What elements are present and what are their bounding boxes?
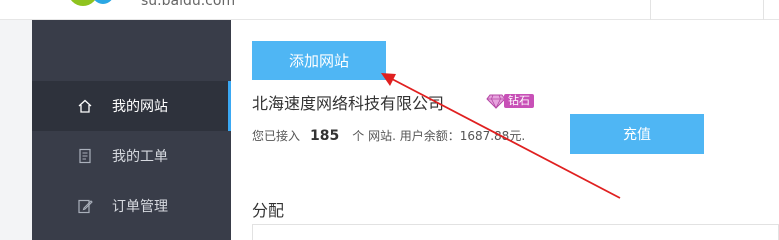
top-header: su.baidu.com xyxy=(0,0,779,20)
account-prefix: 您已接入 xyxy=(252,129,301,143)
section-title: 分配 xyxy=(252,201,285,220)
account-summary: 您已接入 185 个 网站. 用户余额：1687.88元. xyxy=(252,127,525,144)
baidu-logo[interactable] xyxy=(68,0,118,8)
home-icon xyxy=(77,98,93,114)
header-divider xyxy=(763,0,764,20)
sidebar: 我的网站 我的工单 订单管理 xyxy=(32,20,231,240)
allocation-panel xyxy=(252,224,779,240)
sidebar-item-label: 我的网站 xyxy=(112,99,168,115)
site-count: 185 xyxy=(310,128,340,144)
add-site-button[interactable]: 添加网站 xyxy=(252,41,386,80)
header-divider xyxy=(650,0,651,20)
logo-green-shape xyxy=(68,0,98,6)
account-balance-text: 个 网站. 用户余额：1687.88元. xyxy=(352,129,526,143)
badge-label: 钻石 xyxy=(504,94,534,108)
edit-icon xyxy=(77,198,93,214)
sidebar-item-label: 我的工单 xyxy=(112,149,168,165)
sidebar-item-order-management[interactable]: 订单管理 xyxy=(32,181,231,231)
site-url: su.baidu.com xyxy=(141,0,236,9)
sidebar-item-my-tickets[interactable]: 我的工单 xyxy=(32,131,231,181)
recharge-button[interactable]: 充值 xyxy=(570,114,704,154)
membership-badge: 钻石 xyxy=(486,93,534,109)
main-panel: 添加网站 北海速度网络科技有限公司 钻石 您已接入 185 个 网站. 用户余额… xyxy=(231,20,779,240)
logo-blue-shape xyxy=(92,0,114,4)
sidebar-item-my-sites[interactable]: 我的网站 xyxy=(32,81,231,131)
ticket-icon xyxy=(77,148,93,164)
diamond-icon xyxy=(486,94,506,109)
company-name: 北海速度网络科技有限公司 xyxy=(252,94,445,113)
sidebar-item-label: 订单管理 xyxy=(112,199,168,215)
